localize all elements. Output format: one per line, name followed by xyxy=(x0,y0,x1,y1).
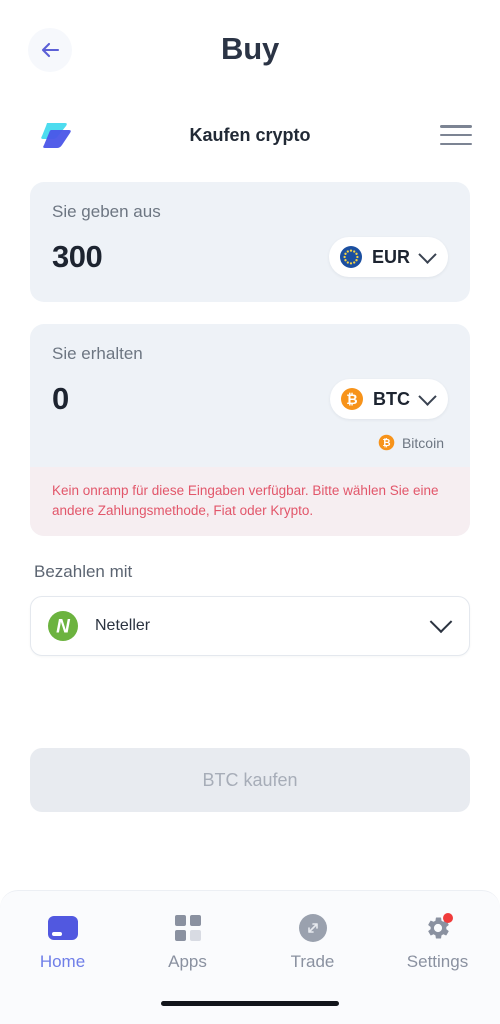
widget-body: Sie geben aus 300 EUR Sie erhalten 0 ₿ B… xyxy=(0,172,500,890)
widget-title: Kaufen crypto xyxy=(189,124,311,145)
receive-currency-code: BTC xyxy=(373,388,410,409)
bitcoin-icon: ₿ xyxy=(378,434,395,451)
home-indicator[interactable] xyxy=(161,1001,339,1006)
payment-method-selector[interactable]: N Neteller xyxy=(30,596,470,657)
chevron-down-icon xyxy=(418,386,437,406)
chevron-down-icon xyxy=(418,244,437,264)
svg-text:₿: ₿ xyxy=(346,391,357,407)
buy-crypto-screen: Buy Kaufen crypto Sie geben aus 300 EUR … xyxy=(0,0,500,1024)
widget-header: Kaufen crypto xyxy=(0,98,500,172)
bottom-nav-items: Home Apps Trade Settings xyxy=(0,891,500,983)
spend-amount-input[interactable]: 300 xyxy=(52,239,103,275)
top-bar: Buy xyxy=(0,0,500,98)
receive-currency-selector[interactable]: ₿ BTC xyxy=(330,379,448,419)
nav-label-trade: Trade xyxy=(290,951,335,971)
svg-text:₿: ₿ xyxy=(382,438,390,449)
gear-icon xyxy=(423,912,453,943)
error-banner: Kein onramp für diese Eingaben verfügbar… xyxy=(30,467,470,537)
receive-coin-name: Bitcoin xyxy=(401,434,444,451)
svg-text:N: N xyxy=(56,617,71,638)
bottom-navigation: Home Apps Trade Settings xyxy=(0,890,500,1024)
page-title: Buy xyxy=(221,31,279,66)
back-button[interactable] xyxy=(28,28,72,72)
spend-card: Sie geben aus 300 EUR xyxy=(30,182,470,302)
spend-currency-selector[interactable]: EUR xyxy=(328,237,448,277)
nav-label-home: Home xyxy=(39,951,86,971)
home-indicator-area xyxy=(0,983,500,1024)
grid-icon xyxy=(173,913,203,943)
buy-button[interactable]: BTC kaufen xyxy=(30,748,470,812)
receive-card: Sie erhalten 0 ₿ BTC ₿ Bitcoin Kein onra… xyxy=(30,324,470,537)
nav-item-trade[interactable]: Trade xyxy=(250,901,375,983)
brand-layers-logo xyxy=(34,114,76,156)
receive-row: 0 ₿ BTC xyxy=(52,376,448,422)
arrow-left-icon xyxy=(41,42,60,58)
spend-label: Sie geben aus xyxy=(52,202,161,221)
bitcoin-icon: ₿ xyxy=(341,388,363,410)
spend-row: 300 EUR xyxy=(52,234,448,280)
payment-method-name: Neteller xyxy=(95,617,151,635)
receive-coin-name-row: ₿ Bitcoin xyxy=(52,434,448,451)
neteller-logo-icon: N xyxy=(48,611,78,642)
spend-currency-code: EUR xyxy=(371,246,410,267)
eur-flag-icon xyxy=(339,246,362,268)
wallet-icon xyxy=(47,913,78,943)
payment-label: Bezahlen mit xyxy=(34,562,133,582)
nav-item-apps[interactable]: Apps xyxy=(125,901,250,983)
nav-label-settings: Settings xyxy=(406,951,469,971)
swap-arrows-icon xyxy=(298,913,328,943)
receive-label: Sie erhalten xyxy=(52,344,143,363)
settings-notification-badge xyxy=(442,912,453,923)
receive-amount-input[interactable]: 0 xyxy=(52,381,69,417)
nav-item-home[interactable]: Home xyxy=(0,901,125,983)
hamburger-menu-icon[interactable] xyxy=(440,122,472,148)
error-message: Kein onramp für diese Eingaben verfügbar… xyxy=(52,483,439,518)
nav-label-apps: Apps xyxy=(168,951,207,971)
chevron-down-icon xyxy=(429,610,453,634)
nav-item-settings[interactable]: Settings xyxy=(375,901,500,983)
